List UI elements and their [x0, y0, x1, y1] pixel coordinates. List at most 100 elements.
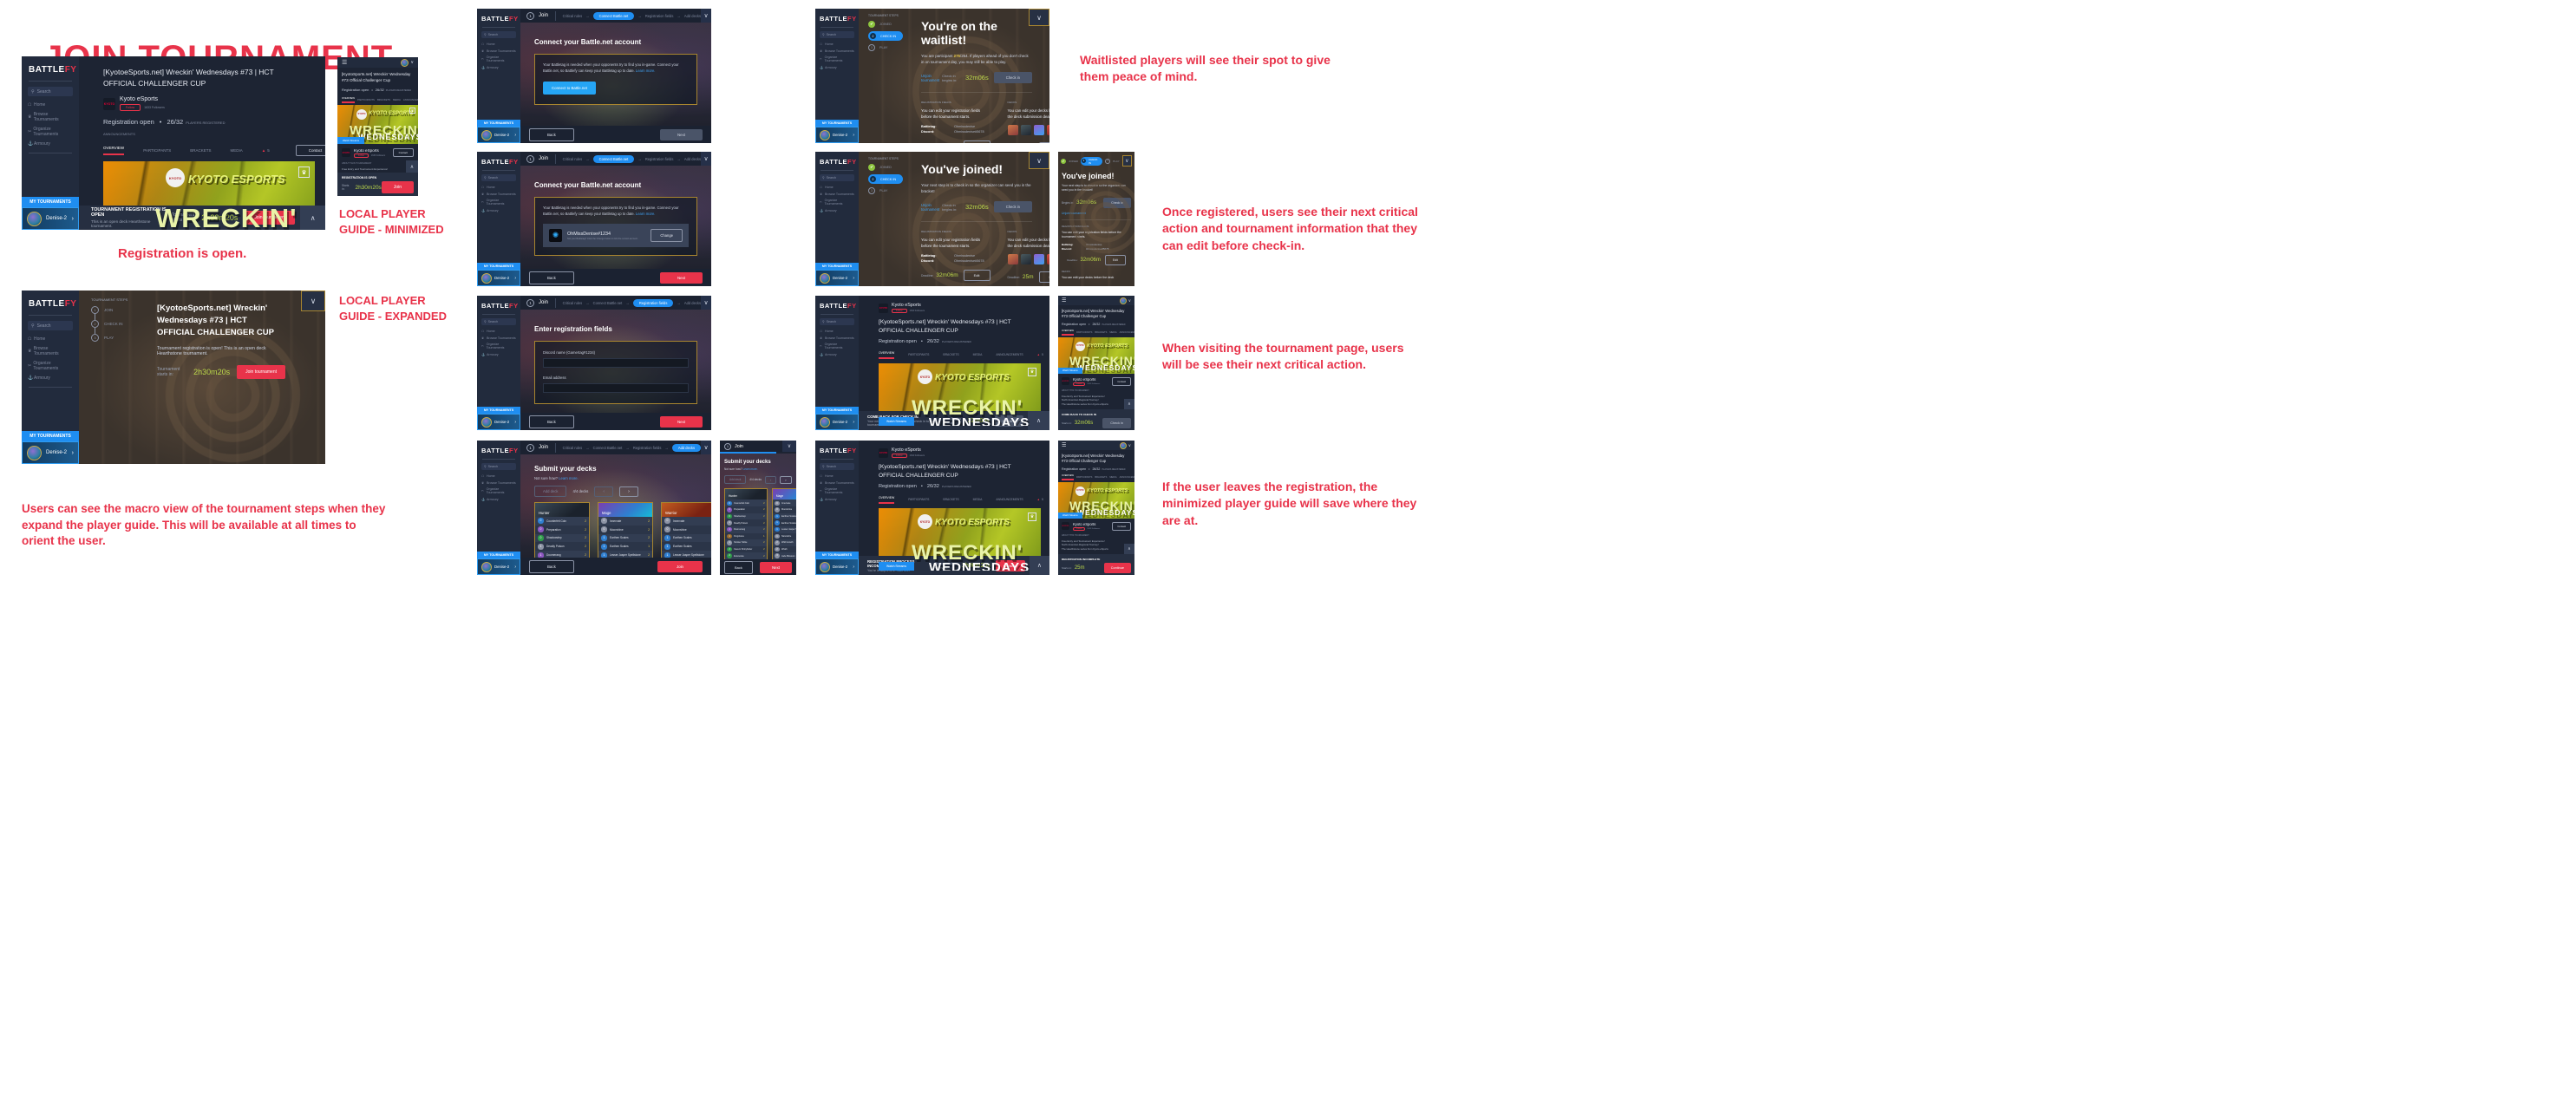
organizer-name[interactable]: Kyoto eSports — [120, 96, 165, 102]
expand-guide-button[interactable]: ∧ — [1029, 556, 1049, 575]
tab-overview[interactable]: OVERVIEW — [342, 96, 356, 103]
collapse-guide-button[interactable]: ∨ — [701, 296, 711, 310]
tab-announcements[interactable]: ANNOUNCEMENTS — [1120, 476, 1134, 479]
expand-guide-button[interactable]: ∧ — [1124, 399, 1134, 409]
learn-more-link[interactable]: Learn more. — [636, 212, 656, 216]
crumb-connect-battlenet[interactable]: Connect Battle.net — [593, 301, 623, 305]
tab-media[interactable]: MEDIA — [1109, 476, 1116, 479]
step-checkin[interactable]: 2 CHECK IN — [868, 174, 904, 184]
deck-card[interactable]: Hunter 0 Counterfeit Coin 2 0 Preparation 2 0 Sh… — [724, 488, 768, 559]
next-button[interactable]: Next — [759, 561, 792, 573]
sidebar-item-armoury[interactable]: ⚓ Armoury — [481, 498, 516, 501]
avatar[interactable] — [1119, 441, 1127, 449]
prev-deck-button[interactable]: ‹ — [764, 475, 777, 484]
search-input[interactable]: ⚲ Search — [481, 318, 516, 325]
tab-participants[interactable]: PARTICIPANTS — [908, 353, 929, 356]
tab-brackets[interactable]: BRACKETS — [943, 498, 958, 501]
deck-thumb[interactable] — [1046, 254, 1049, 265]
connect-battlenet-button[interactable]: Connect to Battle.net — [543, 82, 597, 95]
change-button[interactable]: Change — [651, 229, 683, 243]
sidebar-item-organize[interactable]: ✂ Organize Tournaments — [481, 487, 516, 494]
join-tournament-button[interactable]: Join tournament — [237, 365, 285, 380]
sidebar-item-home[interactable]: ☖ Home — [481, 330, 516, 333]
my-tournaments-header[interactable]: MY TOURNAMENTS — [477, 120, 520, 127]
tab-announcements[interactable]: ANNOUNCEMENTS — [1120, 331, 1134, 334]
user-chip[interactable]: Denise-2 › — [477, 414, 520, 430]
back-button[interactable]: Back — [529, 415, 574, 428]
search-input[interactable]: ⚲ Search — [28, 321, 73, 330]
prev-deck-button[interactable]: ‹ — [594, 486, 614, 497]
deck-card[interactable]: Mage0Innervate20Moonshine21Earthen Scale… — [771, 488, 796, 559]
crumb-registration-fields[interactable]: Registration fields — [645, 14, 674, 18]
crumb-critical-rules[interactable]: Critical rules — [563, 157, 583, 161]
sidebar-item-organize[interactable]: ✂ Organize Tournaments — [28, 361, 73, 371]
step-checkin[interactable]: 2 CHECK IN — [1081, 156, 1103, 166]
step-play[interactable]: 3 PLAY — [868, 187, 903, 194]
tab-media[interactable]: MEDIA — [973, 498, 983, 501]
sidebar-item-organize[interactable]: ✂ Organize Tournaments — [820, 199, 854, 206]
tab-overview[interactable]: OVERVIEW — [103, 146, 125, 156]
tab-participants[interactable]: PARTICIPANTS — [357, 98, 375, 101]
learn-more-link[interactable]: Learn more. — [559, 476, 579, 480]
collapse-guide-button[interactable]: ∨ — [701, 9, 711, 23]
tab-brackets[interactable]: BRACKETS — [943, 353, 958, 356]
user-chip[interactable]: Denise-2 › — [477, 558, 520, 575]
crumb-add-decks[interactable]: Add decks — [684, 157, 701, 161]
collapse-guide-button[interactable]: ∨ — [701, 441, 711, 454]
sidebar-item-browse[interactable]: ♛ Browse Tournaments — [28, 112, 73, 122]
collapse-guide-button[interactable]: ∧ — [300, 206, 325, 230]
discord-input[interactable] — [543, 358, 689, 368]
sidebar-item-browse[interactable]: ♛ Browse Tournaments — [28, 346, 73, 356]
watch-streams-button[interactable]: Watch Streams — [879, 562, 915, 571]
tab-announcements[interactable]: ANNOUNCEMENTS — [403, 98, 418, 101]
sidebar-item-armoury[interactable]: ⚓ Armoury — [28, 141, 73, 147]
sidebar-item-home[interactable]: ☖ Home — [28, 102, 73, 108]
sidebar-item-armoury[interactable]: ⚓ Armoury — [481, 353, 516, 356]
next-deck-button[interactable]: › — [619, 486, 638, 497]
sidebar-item-browse[interactable]: ♛ Browse Tournaments — [481, 49, 516, 53]
organizer-name[interactable]: Kyoto eSports — [1073, 522, 1100, 526]
chevron-down-icon[interactable]: ∨ — [410, 60, 414, 65]
step-checkin[interactable]: 2 CHECK IN — [868, 31, 904, 41]
expand-guide-button[interactable]: ∧ — [1028, 411, 1049, 430]
sidebar-item-browse[interactable]: ♛ Browse Tournaments — [820, 481, 854, 485]
step-joined[interactable]: ✔ JOINED — [868, 21, 903, 28]
deck-thumb[interactable] — [1046, 125, 1049, 136]
tab-brackets[interactable]: BRACKETS — [190, 148, 211, 153]
expand-guide-button[interactable]: ∧ — [1124, 544, 1134, 554]
sidebar-item-armoury[interactable]: ⚓ Armoury — [28, 375, 73, 381]
sidebar-item-home[interactable]: ☖ Home — [481, 42, 516, 46]
organizer-name[interactable]: Kyoto eSports — [892, 303, 925, 308]
tab-announcements[interactable]: ANNOUNCEMENTS — [996, 353, 1023, 356]
crumb-connect-battlenet[interactable]: Connect Battle.net — [592, 154, 635, 163]
learn-more-link[interactable]: Learn more. — [742, 467, 757, 471]
join-button[interactable]: Join — [381, 181, 414, 193]
user-chip[interactable]: Denise-2 › — [815, 127, 859, 143]
sidebar-item-armoury[interactable]: ⚓ Armoury — [820, 209, 854, 212]
edit-registration-button[interactable]: Edit — [963, 270, 991, 282]
user-chip[interactable]: Denise-2 › — [815, 558, 859, 575]
check-in-button[interactable]: Check in — [1102, 418, 1131, 428]
follow-button[interactable]: Follow — [1073, 382, 1086, 386]
crumb-add-decks[interactable]: Add decks — [684, 14, 701, 18]
deck-thumb[interactable] — [1020, 125, 1031, 136]
crumb-critical-rules[interactable]: Critical rules — [563, 301, 583, 305]
join-button[interactable]: Join — [657, 560, 703, 572]
sidebar-item-browse[interactable]: ♛ Browse Tournaments — [481, 336, 516, 340]
tab-overview[interactable]: OVERVIEW — [1062, 330, 1074, 336]
contact-button[interactable]: Contact — [1112, 521, 1131, 531]
sidebar-item-home[interactable]: ☖ Home — [481, 186, 516, 189]
sidebar-item-organize[interactable]: ✂ Organize Tournaments — [481, 343, 516, 349]
trophy-badge[interactable]: ♛ — [298, 166, 310, 179]
contact-button[interactable]: Contact — [1112, 376, 1131, 386]
sidebar-item-browse[interactable]: ♛ Browse Tournaments — [820, 193, 854, 196]
sidebar-item-home[interactable]: ☖ Home — [820, 330, 854, 333]
user-chip[interactable]: Denise-2 › — [22, 207, 79, 230]
hamburger-icon[interactable]: ☰ — [1062, 442, 1066, 448]
step-play[interactable]: 3 PLAY — [868, 44, 903, 51]
my-tournaments-header[interactable]: MY TOURNAMENTS — [477, 552, 520, 558]
search-input[interactable]: ⚲ Search — [820, 174, 854, 181]
sidebar-item-armoury[interactable]: ⚓ Armoury — [820, 353, 854, 356]
my-tournaments-header[interactable]: MY TOURNAMENTS — [815, 120, 859, 127]
deck-card[interactable]: Mage0Innervate20Moonshine21Earthen Scale… — [598, 502, 653, 558]
